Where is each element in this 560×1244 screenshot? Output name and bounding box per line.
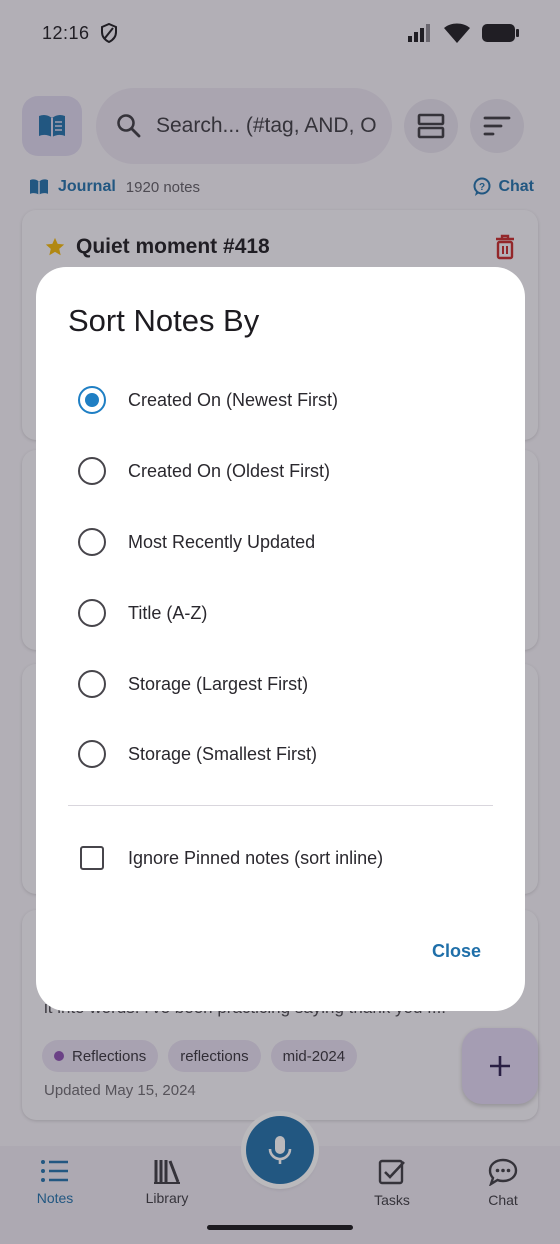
radio-button[interactable] — [78, 386, 106, 414]
radio-button[interactable] — [78, 457, 106, 485]
sort-option-storage-largest[interactable]: Storage (Largest First) — [64, 656, 494, 712]
radio-button[interactable] — [78, 740, 106, 768]
option-label: Storage (Largest First) — [128, 673, 309, 694]
option-label: Created On (Oldest First) — [128, 460, 331, 481]
option-label: Ignore Pinned notes (sort inline) — [128, 847, 384, 868]
radio-button[interactable] — [78, 670, 106, 698]
option-label: Most Recently Updated — [128, 531, 316, 552]
option-label: Storage (Smallest First) — [128, 743, 318, 764]
sort-option-title[interactable]: Title (A-Z) — [64, 585, 494, 641]
home-indicator[interactable] — [207, 1225, 353, 1230]
divider — [68, 805, 493, 806]
radio-button[interactable] — [78, 599, 106, 627]
sort-option-created-newest[interactable]: Created On (Newest First) — [64, 372, 494, 428]
sort-dialog: Sort Notes By Created On (Newest First) … — [36, 267, 525, 1011]
sort-option-recently-updated[interactable]: Most Recently Updated — [64, 514, 494, 570]
option-label: Created On (Newest First) — [128, 389, 339, 410]
radio-button[interactable] — [78, 528, 106, 556]
dialog-title: Sort Notes By — [68, 303, 260, 338]
ignore-pinned-option[interactable]: Ignore Pinned notes (sort inline) — [64, 830, 494, 886]
radio-dot — [85, 393, 99, 407]
sort-option-created-oldest[interactable]: Created On (Oldest First) — [64, 443, 494, 499]
ignore-pinned-checkbox[interactable] — [80, 846, 104, 870]
option-label: Title (A-Z) — [128, 602, 208, 623]
close-button[interactable]: Close — [420, 935, 493, 968]
sort-option-storage-smallest[interactable]: Storage (Smallest First) — [64, 726, 494, 782]
